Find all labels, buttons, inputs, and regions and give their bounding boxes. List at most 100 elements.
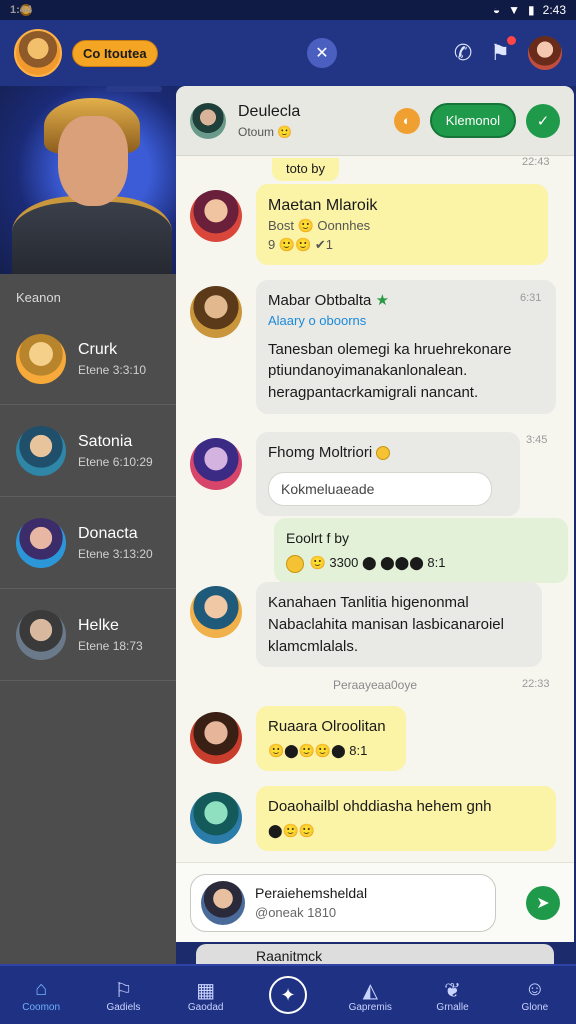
contact-time: Etene 3:13:20: [78, 546, 153, 561]
message-text: Kanahaen Tanlitia higenonmal Nabaclahita…: [268, 594, 504, 655]
emoji-icon: [376, 446, 391, 461]
contact-avatar: [16, 425, 66, 476]
message-row: Maetan Mlaroik Bost 🙂 Oonnhes 9 🙂🙂 ✔1: [190, 184, 560, 265]
home-icon: ⌂: [35, 977, 48, 1000]
chat-panel: Deulecla Otoum 🙂 ◐ Klemonol ✓ toto by 22…: [176, 86, 574, 942]
contact-name: Crurk: [78, 340, 118, 358]
nav-item-gadiels[interactable]: ⚐ Gadiels: [91, 978, 155, 1013]
hero-face: [58, 116, 128, 206]
chat-header: Deulecla Otoum 🙂 ◐ Klemonol ✓: [176, 86, 574, 156]
chat-action-button[interactable]: Klemonol: [429, 103, 516, 138]
message-time: 3:45: [526, 434, 548, 446]
message-bubble[interactable]: Ruaara Olroolitan 🙂⬤🙂🙂⬤ 8:1: [256, 706, 406, 771]
sender-avatar[interactable]: [190, 190, 242, 242]
sender-avatar[interactable]: [190, 438, 242, 490]
sidebar-item-helke[interactable]: Helke Etene 18:73: [0, 589, 176, 681]
wifi-icon: ◒: [492, 3, 501, 17]
sender-avatar[interactable]: [190, 712, 242, 764]
composer-placeholder: @oneak 1810: [255, 905, 337, 920]
status-time: 1:44: [10, 4, 33, 16]
nav-item-grnalle[interactable]: ❦ Grnalle: [421, 978, 485, 1013]
compass-icon: ✦: [268, 976, 307, 1014]
message-text: Eoolrt f by: [286, 530, 350, 546]
user-avatar[interactable]: [528, 36, 562, 70]
battery-icon: ▮: [528, 3, 535, 17]
group-icon[interactable]: ⚑: [490, 36, 516, 66]
nav-label: Gaodad: [187, 1001, 224, 1013]
contact-name: Satonia: [78, 432, 133, 450]
composer-name: Peraiehemsheldal: [255, 885, 368, 901]
sender-name: Mabar Obtbalta: [268, 292, 372, 309]
contact-time: Etene 18:73: [78, 638, 143, 653]
person-icon: ☺: [524, 977, 546, 1000]
chat-title: Deulecla: [238, 102, 301, 120]
next-message-peek: Raanitmck: [196, 944, 554, 966]
nav-label: Grnalle: [436, 1001, 469, 1013]
composer-avatar: [201, 880, 245, 925]
message-subline: Bost 🙂 Oonnhes: [268, 218, 371, 234]
sender-name: Doaohailbl ohddiasha hehem gnh: [268, 798, 492, 815]
message-bubble[interactable]: Mabar Obtbalta ★ Alaary o oboorns Tanesb…: [256, 280, 556, 414]
message-bubble[interactable]: Eoolrt f by 🙂 3300 ⬤ ⬤⬤⬤ 8:1: [274, 518, 568, 584]
sender-avatar[interactable]: [190, 586, 242, 638]
message-reactions: ⬤🙂🙂: [268, 822, 315, 838]
message-reactions: 9 🙂🙂 ✔1: [268, 237, 333, 253]
message-time: 22:43: [522, 156, 550, 168]
message-reactions: 🙂⬤🙂🙂⬤ 8:1: [268, 742, 368, 758]
message-bubble[interactable]: Doaohailbl ohddiasha hehem gnh ⬤🙂🙂: [256, 786, 556, 851]
message-row: Mabar Obtbalta ★ Alaary o oboorns Tanesb…: [190, 280, 560, 414]
sender-avatar[interactable]: [190, 286, 242, 338]
sidebar-section-label: Keanon: [16, 290, 61, 305]
status-right-text: 2:43: [542, 3, 566, 17]
message-row: Ruaara Olroolitan 🙂⬤🙂🙂⬤ 8:1: [190, 706, 560, 771]
message-time: 6:31: [520, 292, 542, 304]
nav-item-gapremis[interactable]: ◭ Gapremis: [338, 978, 402, 1013]
status-icons: ◒ ▼ ▮ 2:43: [493, 3, 566, 17]
signal-icon: ▼: [508, 3, 521, 17]
sender-avatar[interactable]: [190, 792, 242, 844]
date-divider: Peraayeaa0oye: [332, 678, 418, 692]
sidebar-item-donacta[interactable]: Donacta Etene 3:13:20: [0, 497, 176, 589]
leaf-icon: ❦: [444, 979, 461, 1002]
status-bar: 1:44 ◒ ▼ ▮ 2:43: [0, 0, 576, 20]
nav-item-gaodad[interactable]: ▦ Gaodad: [174, 978, 238, 1013]
calendar-icon: ▦: [196, 979, 216, 1002]
contact-avatar: [16, 609, 66, 660]
contact-time: Etene 6:10:29: [78, 454, 153, 469]
nav-label: Coomon: [22, 1001, 61, 1013]
status-pill[interactable]: Co Itoutea: [72, 39, 158, 67]
sidebar-item-satonia[interactable]: Satonia Etene 6:10:29: [0, 405, 176, 497]
message-reactions: 🙂 3300 ⬤ ⬤⬤⬤ 8:1: [286, 554, 556, 573]
contact-avatar: [16, 333, 66, 384]
message-row: Fhomg Moltriori Kokmeluaeade: [190, 432, 560, 517]
profile-avatar[interactable]: [14, 29, 62, 77]
nav-item-home[interactable]: ⌂ Coomon: [9, 978, 73, 1013]
contact-avatar: [16, 517, 66, 568]
contact-name: Donacta: [78, 524, 138, 542]
nav-label: Glone: [521, 1001, 549, 1013]
message-composer: Peraiehemsheldal @oneak 1810 ➤: [176, 862, 574, 942]
chat-avatar[interactable]: [190, 102, 226, 139]
info-icon[interactable]: ◐: [393, 107, 420, 134]
nav-item-glone[interactable]: ☺ Glone: [503, 978, 567, 1013]
hero-banner: [0, 86, 176, 274]
message-bubble[interactable]: Fhomg Moltriori Kokmeluaeade: [256, 432, 520, 517]
send-icon[interactable]: ➤: [526, 885, 560, 920]
contact-name: Helke: [78, 616, 119, 634]
message-bubble[interactable]: Maetan Mlaroik Bost 🙂 Oonnhes 9 🙂🙂 ✔1: [256, 184, 548, 265]
message-text: Tanesban olemegi ka hruehrekonare ptiund…: [268, 340, 512, 402]
reply-field[interactable]: Kokmeluaeade: [268, 471, 492, 507]
message-bubble[interactable]: Kanahaen Tanlitia higenonmal Nabaclahita…: [256, 582, 542, 668]
star-icon: ★: [375, 292, 390, 309]
sender-tag[interactable]: Alaary o oboorns: [268, 312, 544, 331]
message-input[interactable]: Peraiehemsheldal @oneak 1810: [190, 873, 496, 932]
hero-armor: [12, 196, 172, 274]
sidebar-item-crurk[interactable]: Crurk Etene 3:3:10: [0, 313, 176, 405]
nav-item-center[interactable]: ✦: [256, 976, 320, 1014]
message-row: Kanahaen Tanlitia higenonmal Nabaclahita…: [190, 580, 560, 668]
call-icon[interactable]: ✓: [526, 103, 560, 138]
sender-name: Fhomg Moltriori: [268, 444, 373, 461]
close-icon[interactable]: ✕: [307, 38, 337, 68]
notification-badge: [507, 36, 516, 45]
phone-icon[interactable]: ✆: [454, 40, 472, 66]
